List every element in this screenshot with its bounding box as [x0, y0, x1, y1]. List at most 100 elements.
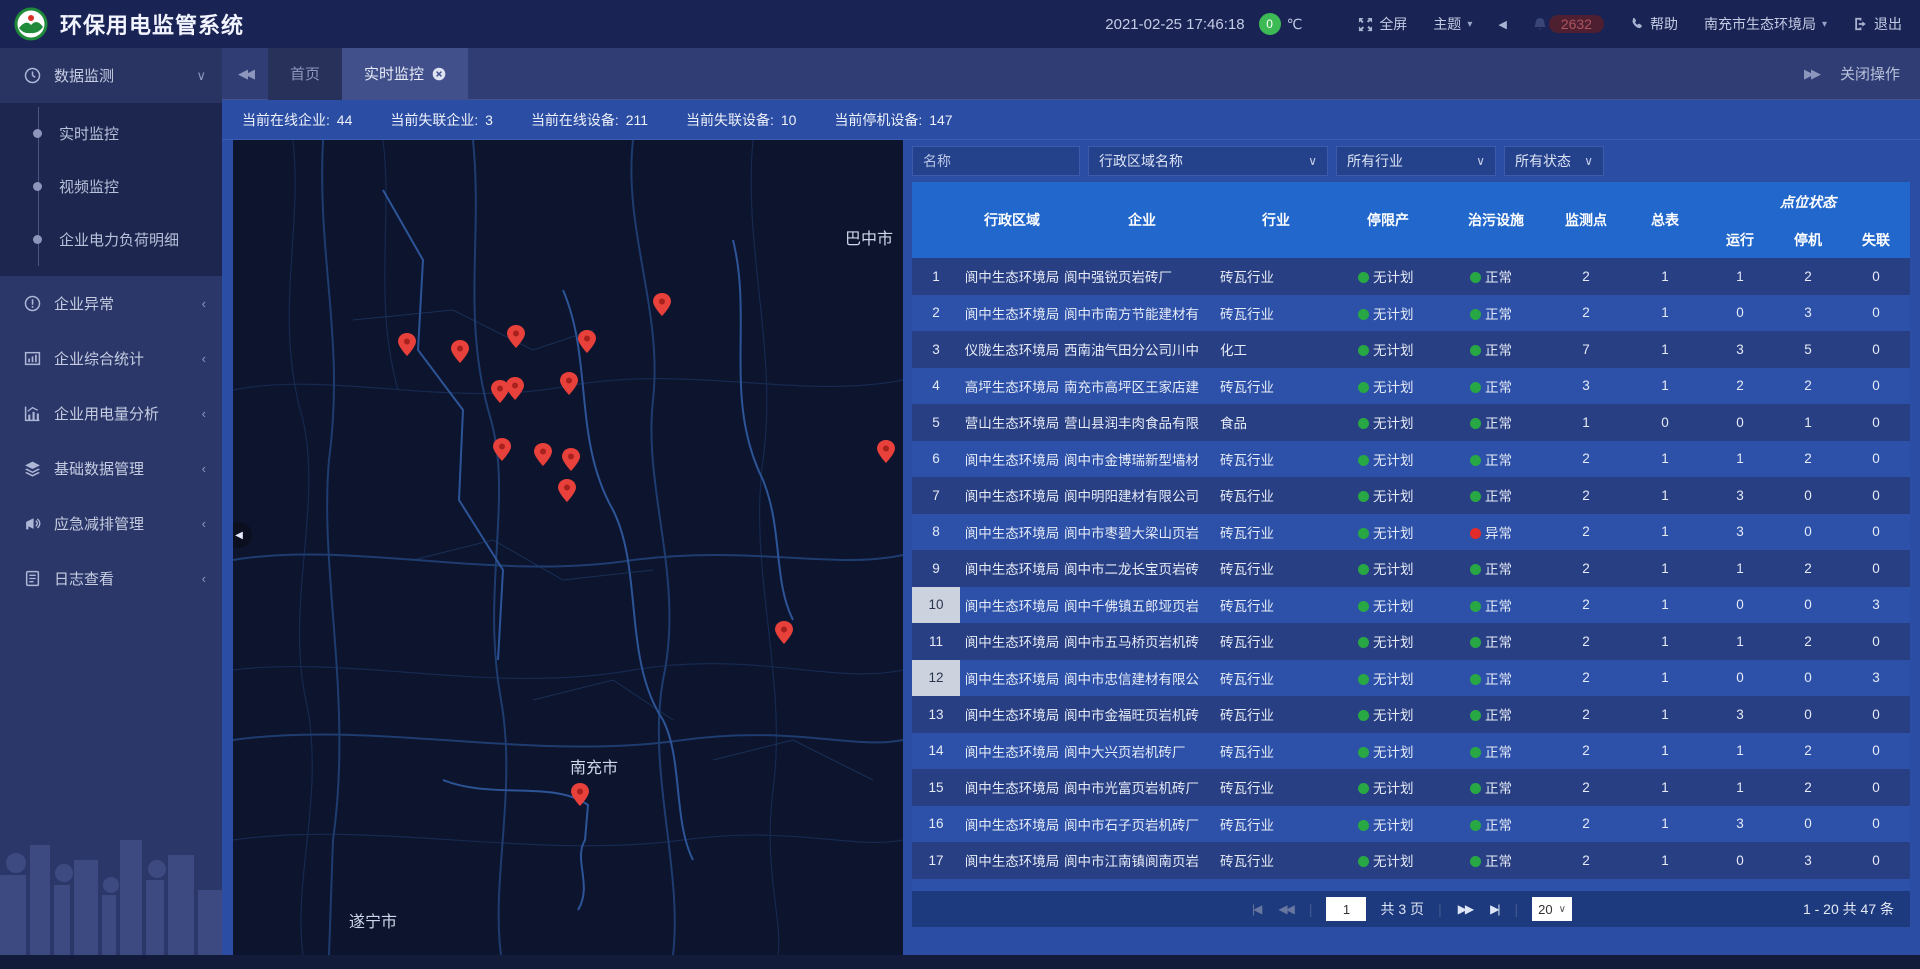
status-select[interactable]: 所有状态 ∨	[1504, 146, 1604, 176]
status-cell: 无计划	[1332, 331, 1444, 368]
table-cell: 0	[1842, 477, 1910, 514]
mute-button[interactable]: ◀	[1498, 18, 1506, 31]
table-row[interactable]: 2阆中生态环境局阆中市南方节能建材有砖瓦行业无计划正常21030	[912, 295, 1910, 332]
col-header-industry: 行业	[1220, 182, 1332, 258]
table-row[interactable]: 15阆中生态环境局阆中市光富页岩机砖厂砖瓦行业无计划正常21120	[912, 769, 1910, 806]
col-header-region: 行政区域	[960, 182, 1064, 258]
table-row[interactable]: 10阆中生态环境局阆中千佛镇五郎垭页岩砖瓦行业无计划正常21003	[912, 587, 1910, 624]
status-cell: 无计划	[1332, 879, 1444, 892]
table-cell: 1	[1624, 623, 1706, 660]
tab-1[interactable]: 首页	[268, 48, 342, 100]
table-cell: 阆中生态环境局	[960, 623, 1064, 660]
table-cell: 2	[1774, 623, 1842, 660]
status-dot-icon	[1358, 820, 1369, 831]
table-row[interactable]: 16阆中生态环境局阆中市石子页岩机砖厂砖瓦行业无计划正常21300	[912, 806, 1910, 843]
table-cell: 0	[1706, 842, 1774, 879]
status-cell: 无计划	[1332, 806, 1444, 843]
table-cell: 高坪生态环境局	[960, 368, 1064, 405]
industry-select[interactable]: 所有行业 ∨	[1336, 146, 1496, 176]
tabs-scroll-left-icon[interactable]: ◀◀	[222, 66, 268, 82]
table-row[interactable]: 8阆中生态环境局阆中市枣碧大梁山页岩砖瓦行业无计划异常21300	[912, 514, 1910, 551]
col-header-run: 运行	[1706, 222, 1774, 258]
table-cell: 营山县润丰肉食品有限	[1064, 404, 1220, 441]
status-cell: 正常	[1444, 331, 1548, 368]
name-search-input[interactable]	[912, 146, 1080, 176]
sidebar-section-label: 企业用电量分析	[54, 403, 202, 424]
sidebar-section-7[interactable]: 日志查看‹	[0, 551, 222, 606]
first-page-icon[interactable]: |◀	[1250, 902, 1262, 916]
table-cell: 阆中生态环境局	[960, 769, 1064, 806]
table-row[interactable]: 17阆中生态环境局阆中市江南镇阆南页岩砖瓦行业无计划正常21030	[912, 842, 1910, 879]
table-row[interactable]: 18南部生态环境局南部县鸿达建材有限公砖瓦行业无计划正常21030	[912, 879, 1910, 892]
table-cell: 0	[1842, 623, 1910, 660]
prev-page-icon[interactable]: ◀◀	[1276, 902, 1294, 916]
sidebar-section-1[interactable]: 数据监测∨	[0, 48, 222, 103]
table-cell: 0	[1842, 550, 1910, 587]
table-cell: 砖瓦行业	[1220, 477, 1332, 514]
table-row[interactable]: 7阆中生态环境局阆中明阳建材有限公司砖瓦行业无计划正常21300	[912, 477, 1910, 514]
table-row[interactable]: 5营山生态环境局营山县润丰肉食品有限食品无计划正常10010	[912, 404, 1910, 441]
sidebar-subitem[interactable]: 实时监控	[0, 107, 222, 160]
sidebar-section-label: 数据监测	[54, 65, 196, 86]
notifications-button[interactable]: 2632	[1533, 15, 1604, 33]
sidebar-section-3[interactable]: 企业综合统计‹	[0, 331, 222, 386]
table-row[interactable]: 13阆中生态环境局阆中市金福旺页岩机砖砖瓦行业无计划正常21300	[912, 696, 1910, 733]
table-row[interactable]: 9阆中生态环境局阆中市二龙长宝页岩砖砖瓦行业无计划正常21120	[912, 550, 1910, 587]
table-cell: 1	[1624, 258, 1706, 295]
region-select[interactable]: 行政区域名称 ∨	[1088, 146, 1328, 176]
last-page-icon[interactable]: ▶|	[1488, 902, 1500, 916]
table-cell: 1	[1706, 441, 1774, 478]
table-cell: 2	[1548, 660, 1624, 697]
map-canvas[interactable]: 巴中市南充市遂宁市 ◀	[233, 140, 903, 955]
table-row[interactable]: 4高坪生态环境局南充市高坪区王家店建砖瓦行业无计划正常31220	[912, 368, 1910, 405]
sidebar-section-4[interactable]: 企业用电量分析‹	[0, 386, 222, 441]
tabs-scroll-right-icon[interactable]: ▶▶	[1804, 66, 1818, 82]
tab-2[interactable]: 实时监控	[342, 48, 468, 100]
org-dropdown[interactable]: 南充市生态环境局 ▾	[1704, 14, 1827, 34]
sidebar-section-5[interactable]: 基础数据管理‹	[0, 441, 222, 496]
table-cell: 0	[1706, 587, 1774, 624]
table-cell: 砖瓦行业	[1220, 441, 1332, 478]
table-cell: 10	[912, 587, 960, 624]
logout-button[interactable]: 退出	[1853, 14, 1902, 34]
top-header: 环保用电监管系统 2021-02-25 17:46:18 0 ℃ 全屏 主题 ▾…	[0, 0, 1920, 48]
status-dot-icon	[1470, 783, 1481, 794]
table-cell: 1	[1624, 295, 1706, 332]
sidebar-section-label: 基础数据管理	[54, 458, 202, 479]
status-cell: 无计划	[1332, 258, 1444, 295]
bullet-dot-icon	[33, 182, 42, 191]
help-button[interactable]: 帮助	[1630, 14, 1678, 34]
status-cell: 正常	[1444, 660, 1548, 697]
sidebar-section-6[interactable]: 应急减排管理‹	[0, 496, 222, 551]
sidebar-subitem[interactable]: 视频监控	[0, 160, 222, 213]
close-operations-button[interactable]: 关闭操作	[1840, 63, 1900, 84]
next-page-icon[interactable]: ▶▶	[1456, 902, 1474, 916]
sidebar-section-2[interactable]: 企业异常‹	[0, 276, 222, 331]
table-body-scroll[interactable]: 1阆中生态环境局阆中强锐页岩砖厂砖瓦行业无计划正常211202阆中生态环境局阆中…	[912, 258, 1910, 891]
table-row[interactable]: 11阆中生态环境局阆中市五马桥页岩机砖砖瓦行业无计划正常21120	[912, 623, 1910, 660]
sidebar-subitem[interactable]: 企业电力负荷明细	[0, 213, 222, 266]
table-cell: 0	[1624, 404, 1706, 441]
bullet-dot-icon	[33, 235, 42, 244]
table-cell: 1	[1624, 769, 1706, 806]
table-cell: 11	[912, 623, 960, 660]
app-logo-icon	[14, 7, 48, 41]
col-header-point-status: 点位状态	[1706, 182, 1910, 222]
page-number-input[interactable]	[1326, 897, 1366, 921]
table-cell: 5	[912, 404, 960, 441]
theme-dropdown[interactable]: 主题 ▾	[1433, 14, 1472, 34]
table-row[interactable]: 6阆中生态环境局阆中市金博瑞新型墙材砖瓦行业无计划正常21120	[912, 441, 1910, 478]
table-row[interactable]: 3仪陇生态环境局西南油气田分公司川中化工无计划正常71350	[912, 331, 1910, 368]
tab-close-icon[interactable]	[432, 67, 446, 81]
city-label: 南充市	[570, 759, 618, 777]
table-cell: 2	[1774, 258, 1842, 295]
table-row[interactable]: 12阆中生态环境局阆中市忠信建材有限公砖瓦行业无计划正常21003	[912, 660, 1910, 697]
table-cell: 砖瓦行业	[1220, 842, 1332, 879]
chevron-left-icon: ‹	[202, 571, 206, 586]
page-size-select[interactable]: 20 ∨	[1532, 897, 1572, 921]
table-cell: 3	[912, 331, 960, 368]
table-row[interactable]: 14阆中生态环境局阆中大兴页岩机砖厂砖瓦行业无计划正常21120	[912, 733, 1910, 770]
chevron-left-icon: ‹	[202, 461, 206, 476]
table-row[interactable]: 1阆中生态环境局阆中强锐页岩砖厂砖瓦行业无计划正常21120	[912, 258, 1910, 295]
fullscreen-button[interactable]: 全屏	[1358, 14, 1407, 34]
